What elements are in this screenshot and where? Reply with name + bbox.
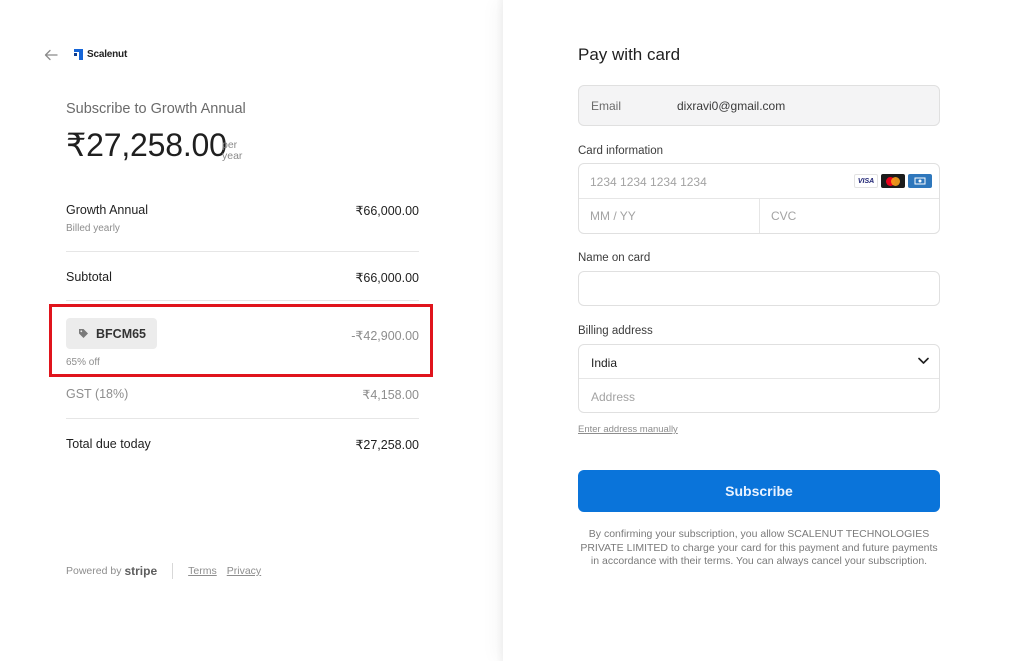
coupon-highlight-box <box>49 304 433 377</box>
subscription-title: Subscribe to Growth Annual <box>66 101 246 117</box>
enter-address-manually-link[interactable]: Enter address manually <box>578 424 678 435</box>
subscription-terms-text: By confirming your subscription, you all… <box>580 528 938 567</box>
email-value: dixravi0@gmail.com <box>677 98 786 113</box>
privacy-link[interactable]: Privacy <box>227 565 261 577</box>
total-row: Total due today ₹27,258.00 <box>66 437 419 452</box>
plan-billing-note: Billed yearly <box>66 223 120 234</box>
plan-line-item: Growth Annual ₹66,000.00 <box>66 203 419 218</box>
total-value: ₹27,258.00 <box>355 438 419 452</box>
visa-icon: VISA <box>854 174 878 188</box>
card-info-label: Card information <box>578 145 664 157</box>
brand[interactable]: Scalenut <box>74 49 127 60</box>
expiry-placeholder: MM / YY <box>590 209 636 223</box>
total-label: Total due today <box>66 437 151 451</box>
subtotal-label: Subtotal <box>66 270 112 284</box>
card-number-input[interactable]: 1234 1234 1234 1234 VISA <box>579 164 939 199</box>
subtotal-row: Subtotal ₹66,000.00 <box>66 270 419 285</box>
card-cvc-input[interactable]: CVC <box>760 199 939 233</box>
footer: Powered by stripe Terms Privacy <box>66 563 271 579</box>
stripe-logo[interactable]: stripe <box>124 564 157 578</box>
name-on-card-label: Name on card <box>578 252 651 264</box>
billing-address-label: Billing address <box>578 325 653 337</box>
cvc-placeholder: CVC <box>771 209 797 223</box>
subscribe-button[interactable]: Subscribe <box>578 470 940 512</box>
tax-row: GST (18%) ₹4,158.00 <box>66 387 419 402</box>
name-on-card-input[interactable] <box>578 271 940 306</box>
plan-price: ₹66,000.00 <box>355 204 419 218</box>
brand-name: Scalenut <box>87 49 128 60</box>
scalenut-logo-icon <box>74 49 83 60</box>
email-field[interactable]: Email dixravi0@gmail.com <box>578 85 940 126</box>
panel-divider <box>496 0 503 661</box>
divider <box>66 418 419 419</box>
tax-value: ₹4,158.00 <box>362 388 419 402</box>
footer-separator <box>172 563 174 579</box>
card-number-placeholder: 1234 1234 1234 1234 <box>590 175 707 189</box>
back-arrow-icon[interactable] <box>44 49 58 61</box>
card-expiry-input[interactable]: MM / YY <box>579 199 760 233</box>
country-value: India <box>591 356 618 370</box>
plan-name: Growth Annual <box>66 203 148 217</box>
divider <box>66 300 419 301</box>
email-label: Email <box>591 98 622 113</box>
card-brands: VISA <box>854 174 932 188</box>
address-placeholder: Address <box>591 390 636 404</box>
mastercard-icon <box>881 174 905 188</box>
period-line-2: year <box>222 150 243 162</box>
billing-period: per year <box>222 140 242 162</box>
subtotal-value: ₹66,000.00 <box>355 271 419 285</box>
chevron-down-icon <box>918 357 929 364</box>
total-price: ₹27,258.00 <box>66 127 227 163</box>
payment-title: Pay with card <box>578 45 681 64</box>
billing-address-group: India Address <box>578 344 940 413</box>
divider <box>66 251 419 252</box>
terms-link[interactable]: Terms <box>188 565 217 577</box>
country-select[interactable]: India <box>579 345 939 379</box>
card-information-group: 1234 1234 1234 1234 VISA MM / YY CVC <box>578 163 940 234</box>
amex-icon <box>908 174 932 188</box>
tax-label: GST (18%) <box>66 387 129 401</box>
powered-by-text: Powered by <box>66 565 122 577</box>
